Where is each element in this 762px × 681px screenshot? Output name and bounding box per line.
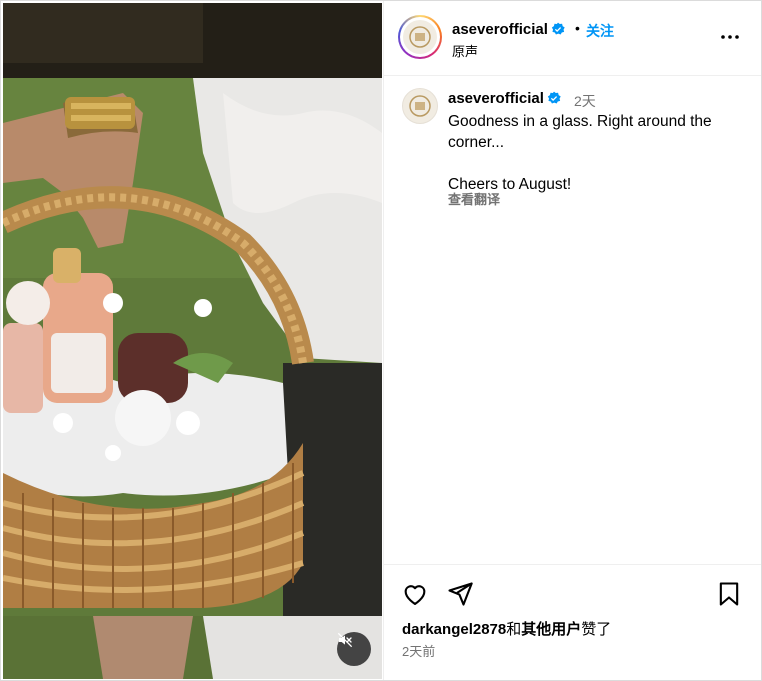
verified-badge-icon — [551, 22, 565, 35]
post-details-panel: aseverofficial • 关注 原声 aseverofficial 2天… — [383, 1, 761, 680]
header-username[interactable]: aseverofficial — [452, 21, 565, 38]
audio-label[interactable]: 原声 — [452, 41, 478, 60]
other-users-link[interactable]: 其他用户 — [521, 621, 581, 638]
speaker-muted-icon — [337, 632, 353, 648]
username-text[interactable]: aseverofficial — [452, 21, 548, 38]
brand-logo-icon — [404, 21, 436, 53]
caption-username[interactable]: aseverofficial — [448, 90, 561, 107]
caption-text: Goodness in a glass. Right around the co… — [448, 113, 712, 193]
more-options-icon[interactable] — [718, 25, 742, 49]
post-video[interactable] — [3, 3, 382, 679]
post-header: aseverofficial • 关注 原声 — [384, 1, 761, 76]
action-bar: darkangel2878和其他用户赞了 2天前 — [384, 564, 761, 680]
follow-button[interactable]: 关注 — [586, 21, 614, 41]
posted-time[interactable]: 2天前 — [402, 641, 435, 660]
post-dialog: aseverofficial • 关注 原声 aseverofficial 2天… — [0, 0, 762, 681]
see-translation-link[interactable]: 查看翻译 — [448, 189, 500, 208]
mute-toggle-button[interactable] — [337, 632, 371, 666]
bookmark-icon[interactable] — [715, 580, 743, 608]
likes-connector: 和 — [506, 621, 522, 638]
story-ring[interactable] — [398, 15, 442, 59]
separator-dot: • — [575, 20, 580, 36]
likes-suffix: 赞了 — [581, 621, 612, 638]
avatar[interactable] — [403, 20, 437, 54]
caption-time[interactable]: 2天 — [574, 91, 596, 111]
caption-username-text[interactable]: aseverofficial — [448, 90, 544, 107]
verified-badge-icon — [547, 91, 561, 104]
brand-logo-icon — [404, 90, 436, 122]
caption-avatar[interactable] — [402, 88, 438, 124]
heart-icon[interactable] — [401, 580, 429, 608]
liker-username[interactable]: darkangel2878 — [402, 621, 506, 638]
send-icon[interactable] — [446, 580, 474, 608]
video-frame-illustration — [3, 3, 382, 679]
likes-summary[interactable]: darkangel2878和其他用户赞了 — [402, 618, 611, 639]
